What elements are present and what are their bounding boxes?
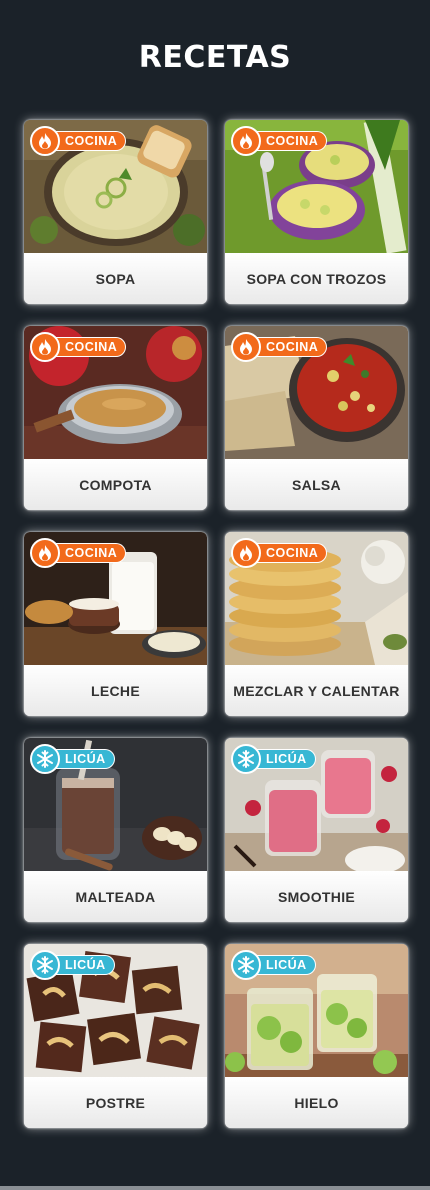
recipe-card-postre[interactable]: LICÚA POSTRE (24, 944, 207, 1128)
flame-icon (231, 538, 261, 568)
blend-badge: LICÚA (30, 950, 115, 980)
cook-badge: COCINA (30, 538, 127, 568)
recipe-label: COMPOTA (24, 459, 207, 510)
snowflake-icon (30, 744, 60, 774)
snowflake-icon (231, 744, 261, 774)
recipe-image-sopa: COCINA (24, 120, 207, 253)
flame-icon (231, 332, 261, 362)
mode-label: LICÚA (253, 749, 316, 769)
mode-label: COCINA (52, 337, 127, 357)
recipe-card-salsa[interactable]: COCINA SALSA (225, 326, 408, 510)
recipe-label: SOPA (24, 253, 207, 304)
mode-label: COCINA (253, 337, 328, 357)
cook-badge: COCINA (30, 126, 127, 156)
recipe-grid: COCINA SOPA COCINA SOPA CON TROZOS COCIN… (24, 120, 408, 1128)
recipe-label: LECHE (24, 665, 207, 716)
recipe-image-salsa: COCINA (225, 326, 408, 459)
recipe-label: MEZCLAR Y CALENTAR (225, 665, 408, 716)
blend-badge: LICÚA (30, 744, 115, 774)
recipe-card-smoothie[interactable]: LICÚA SMOOTHIE (225, 738, 408, 922)
recipe-image-malteada: LICÚA (24, 738, 207, 871)
mode-label: COCINA (52, 131, 127, 151)
recipe-card-hielo[interactable]: LICÚA HIELO (225, 944, 408, 1128)
recipe-card-compota[interactable]: COCINA COMPOTA (24, 326, 207, 510)
mode-label: COCINA (253, 131, 328, 151)
flame-icon (30, 126, 60, 156)
mode-label: COCINA (52, 543, 127, 563)
mode-label: LICÚA (253, 955, 316, 975)
page-title: RECETAS (138, 40, 292, 75)
cook-badge: COCINA (30, 332, 127, 362)
cook-badge: COCINA (231, 126, 328, 156)
snowflake-icon (30, 950, 60, 980)
recipe-image-sopa-con-trozos: COCINA (225, 120, 408, 253)
recipe-image-leche: COCINA (24, 532, 207, 665)
blend-badge: LICÚA (231, 950, 316, 980)
recipe-label: HIELO (225, 1077, 408, 1128)
flame-icon (30, 538, 60, 568)
recipe-image-compota: COCINA (24, 326, 207, 459)
recipe-image-mezclar-y-calentar: COCINA (225, 532, 408, 665)
snowflake-icon (231, 950, 261, 980)
recipe-label: POSTRE (24, 1077, 207, 1128)
recipe-card-mezclar-y-calentar[interactable]: COCINA MEZCLAR Y CALENTAR (225, 532, 408, 716)
recipe-card-sopa-con-trozos[interactable]: COCINA SOPA CON TROZOS (225, 120, 408, 304)
bottom-scroll-indicator (0, 1186, 430, 1190)
flame-icon (30, 332, 60, 362)
recipe-image-hielo: LICÚA (225, 944, 408, 1077)
recipe-label: SALSA (225, 459, 408, 510)
recipe-label: SMOOTHIE (225, 871, 408, 922)
mode-label: COCINA (253, 543, 328, 563)
recipe-image-postre: LICÚA (24, 944, 207, 1077)
cook-badge: COCINA (231, 332, 328, 362)
recipe-card-leche[interactable]: COCINA LECHE (24, 532, 207, 716)
recipe-image-smoothie: LICÚA (225, 738, 408, 871)
mode-label: LICÚA (52, 955, 115, 975)
recipe-label: SOPA CON TROZOS (225, 253, 408, 304)
recipe-card-malteada[interactable]: LICÚA MALTEADA (24, 738, 207, 922)
recipe-card-sopa[interactable]: COCINA SOPA (24, 120, 207, 304)
recipe-label: MALTEADA (24, 871, 207, 922)
flame-icon (231, 126, 261, 156)
cook-badge: COCINA (231, 538, 328, 568)
mode-label: LICÚA (52, 749, 115, 769)
blend-badge: LICÚA (231, 744, 316, 774)
